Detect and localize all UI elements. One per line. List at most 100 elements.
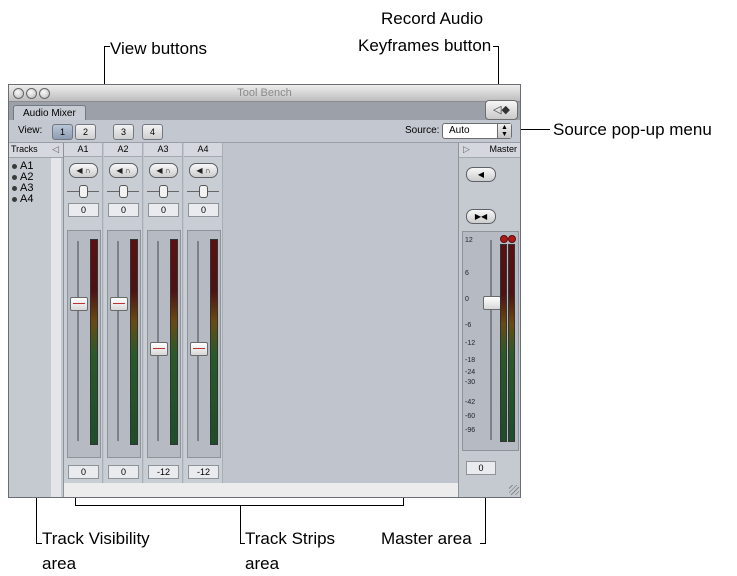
source-value: Auto [449,125,470,136]
view-button-4[interactable]: 4 [142,124,163,140]
fader-slot [117,241,119,441]
level-value-field[interactable]: 0 [68,465,99,479]
solo-headphones-icon[interactable]: ∩ [125,166,131,175]
visibility-dot-icon [12,185,17,191]
view-button-3[interactable]: 3 [113,124,134,140]
master-meter-left [500,244,507,442]
mute-solo-buttons[interactable]: ◀ ∩ [149,163,178,178]
fader-slot [197,241,199,441]
solo-headphones-icon[interactable]: ∩ [205,166,211,175]
master-scale-label: -18 [465,357,476,364]
mute-solo-buttons[interactable]: ◀ ∩ [109,163,138,178]
master-scale-label: 0 [465,296,469,303]
visibility-dot-icon [12,196,17,202]
pan-value-field[interactable]: 0 [68,203,99,217]
level-value-field[interactable]: -12 [148,465,179,479]
tool-bench-window: Tool Bench Audio Mixer ◁◆ View: 1 2 3 4 … [8,84,521,498]
master-scale-label: -60 [465,413,476,420]
level-value-field[interactable]: 0 [108,465,139,479]
master-scale-label: 6 [465,270,469,277]
master-mute-button[interactable]: ◀ [466,167,496,182]
strip-name: A3 [144,143,182,157]
fader-box [187,230,221,458]
pan-value-field[interactable]: 0 [188,203,219,217]
leader-master-vertical [485,496,486,544]
tracks-scroll-strip [51,158,61,497]
level-meter [170,239,178,445]
master-scale-label: -12 [465,340,476,347]
tracks-header-label: Tracks [11,144,38,154]
callout-track-strips-1: Track Strips [245,529,336,548]
speaker-keyframe-icon: ◁◆ [493,104,510,116]
strip-name: A1 [64,143,102,157]
view-toolbar: View: 1 2 3 4 Source: Auto ▲ ▼ [9,120,520,143]
mute-speaker-icon[interactable]: ◀ [116,166,122,175]
callout-view-buttons: View buttons [110,39,208,58]
level-value-field[interactable]: -12 [188,465,219,479]
source-label: Source: [405,125,440,136]
clip-indicator-left [500,235,508,243]
master-header-label: Master [489,144,517,154]
pan-slider-handle[interactable] [79,185,88,198]
title-bar[interactable]: Tool Bench [9,85,520,102]
leader-track-visibility-vertical [36,496,37,544]
view-button-2[interactable]: 2 [75,124,96,140]
mute-speaker-icon[interactable]: ◀ [76,166,82,175]
tracks-header: Tracks ◁ [9,143,63,158]
level-meter [210,239,218,445]
level-meter [90,239,98,445]
callout-track-strips-2: area [245,554,280,573]
track-strip-a2: A2 ◀ ∩ 0 0 [104,143,143,483]
record-audio-keyframes-button[interactable]: ◁◆ [485,100,518,120]
pan-slider-handle[interactable] [159,185,168,198]
fader-handle[interactable] [70,297,88,311]
fader-slot [157,241,159,441]
strip-name: A2 [104,143,142,157]
tab-audio-mixer[interactable]: Audio Mixer [13,105,86,121]
pan-slider-handle[interactable] [199,185,208,198]
mute-solo-buttons[interactable]: ◀ ∩ [69,163,98,178]
solo-headphones-icon[interactable]: ∩ [85,166,91,175]
strip-name: A4 [184,143,222,157]
pan-value-field[interactable]: 0 [108,203,139,217]
master-scale-label: -24 [465,369,476,376]
solo-headphones-icon[interactable]: ∩ [165,166,171,175]
mute-speaker-icon[interactable]: ◀ [156,166,162,175]
master-fader-box: 12 6 0 -6 -12 -18 -24 -30 -42 -60 -96 [462,231,519,451]
leader-view-horizontal [104,46,110,47]
leader-master-horizontal [480,543,486,544]
source-popup-menu[interactable]: Auto ▲ ▼ [442,123,512,139]
visibility-dot-icon [12,174,17,180]
master-scale-label: -96 [465,427,476,434]
visibility-dot-icon [12,163,17,169]
fader-slot [77,241,79,441]
master-scale-label: -6 [465,322,472,329]
callout-master-area: Master area [381,529,472,548]
master-scale-label: -42 [465,399,476,406]
fader-box [107,230,141,458]
resize-grip-icon[interactable] [509,485,519,495]
fader-handle[interactable] [110,297,128,311]
master-downmix-button[interactable]: ▶◀ [466,209,496,224]
collapse-arrow-icon[interactable]: ◁ [52,144,59,155]
leader-strips-vertical [240,505,241,544]
callout-track-visibility-2: area [42,554,77,573]
fader-handle[interactable] [150,342,168,356]
fader-handle[interactable] [190,342,208,356]
mute-speaker-icon[interactable]: ◀ [196,166,202,175]
master-fader-handle[interactable] [483,296,501,310]
mute-solo-buttons[interactable]: ◀ ∩ [189,163,218,178]
view-button-1[interactable]: 1 [52,124,73,140]
callout-record-audio-2: Keyframes button [358,36,492,55]
master-fader-slot [490,240,492,440]
pan-value-field[interactable]: 0 [148,203,179,217]
leader-record-horizontal [493,46,499,47]
master-scale-label: 12 [465,237,473,244]
pan-slider-handle[interactable] [119,185,128,198]
master-level-field[interactable]: 0 [466,461,496,475]
expand-arrow-icon[interactable]: ▷ [463,144,470,155]
track-visibility-item-a4[interactable]: A4 [12,193,33,205]
callout-track-visibility-1: Track Visibility [42,529,150,548]
master-header: ▷ Master [459,143,520,158]
leader-track-visibility-horizontal [36,543,42,544]
